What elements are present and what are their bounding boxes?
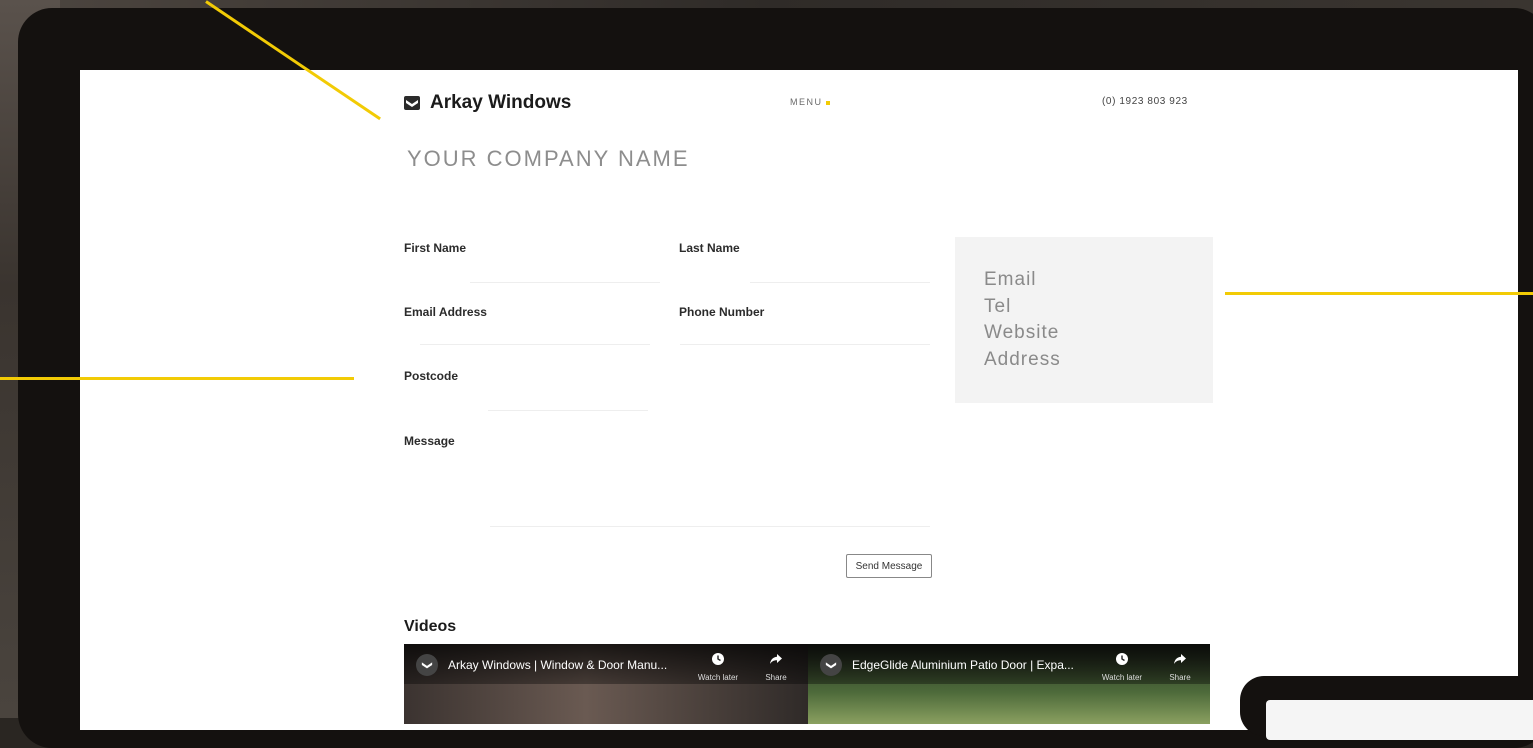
info-tel: Tel	[984, 296, 1012, 317]
menu-label: MENU	[790, 97, 823, 107]
first-name-label: First Name	[404, 241, 467, 255]
company-name-heading: YOUR COMPANY NAME	[407, 146, 690, 171]
menu-accent-dot	[825, 100, 830, 105]
video-thumbnail[interactable]: EdgeGlide Aluminium Patio Door | Expa...…	[808, 644, 1210, 724]
clock-icon	[712, 653, 724, 665]
header-phone[interactable]: (0) 1923 803 923	[1102, 96, 1188, 107]
channel-avatar-icon[interactable]	[416, 654, 438, 676]
email-address-underline	[420, 344, 650, 345]
info-website: Website	[984, 322, 1060, 343]
first-name-field[interactable]	[404, 258, 658, 280]
phone-number-label: Phone Number	[679, 305, 765, 319]
brand-logo[interactable]: Arkay Windows	[404, 92, 571, 114]
send-message-button[interactable]: Send Message	[846, 554, 932, 578]
postcode-underline	[488, 410, 648, 411]
message-label: Message	[404, 434, 455, 448]
tablet-screen	[1266, 700, 1533, 740]
video-thumbnail[interactable]: Arkay Windows | Window & Door Manu... Wa…	[404, 644, 808, 724]
postcode-label: Postcode	[404, 369, 459, 383]
channel-avatar-icon[interactable]	[820, 654, 842, 676]
clock-icon	[1116, 653, 1128, 665]
info-address: Address	[984, 349, 1061, 370]
last-name-underline	[750, 282, 930, 283]
share-label: Share	[765, 673, 787, 682]
brand-logo-icon	[404, 96, 420, 110]
info-email: Email	[984, 269, 1037, 290]
email-address-field[interactable]	[404, 322, 658, 344]
postcode-field[interactable]	[404, 386, 658, 408]
share-icon	[1174, 654, 1186, 664]
message-field[interactable]	[404, 452, 936, 526]
email-address-label: Email Address	[404, 305, 487, 319]
watch-later-button[interactable]: Watch later	[1100, 652, 1144, 682]
callout-line-right	[1225, 292, 1533, 295]
watch-later-label: Watch later	[697, 673, 739, 682]
share-label: Share	[1169, 673, 1191, 682]
brand-name: Arkay Windows	[430, 92, 572, 113]
share-icon	[770, 654, 782, 664]
video-title[interactable]: EdgeGlide Aluminium Patio Door | Expa...	[852, 658, 1074, 672]
phone-number-underline	[680, 344, 930, 345]
callout-line-left	[0, 377, 354, 380]
first-name-underline	[470, 282, 660, 283]
watch-later-label: Watch later	[1101, 673, 1143, 682]
videos-heading: Videos	[404, 618, 457, 635]
share-button[interactable]: Share	[1158, 652, 1202, 682]
phone-number-field[interactable]	[679, 322, 933, 344]
watch-later-button[interactable]: Watch later	[696, 652, 740, 682]
menu-button[interactable]: MENU	[790, 97, 830, 107]
laptop-screen	[80, 70, 1518, 730]
message-underline	[490, 526, 930, 527]
contact-info-box	[955, 237, 1213, 403]
last-name-label: Last Name	[679, 241, 740, 255]
last-name-field[interactable]	[679, 258, 933, 280]
video-title[interactable]: Arkay Windows | Window & Door Manu...	[448, 658, 667, 672]
share-button[interactable]: Share	[754, 652, 798, 682]
